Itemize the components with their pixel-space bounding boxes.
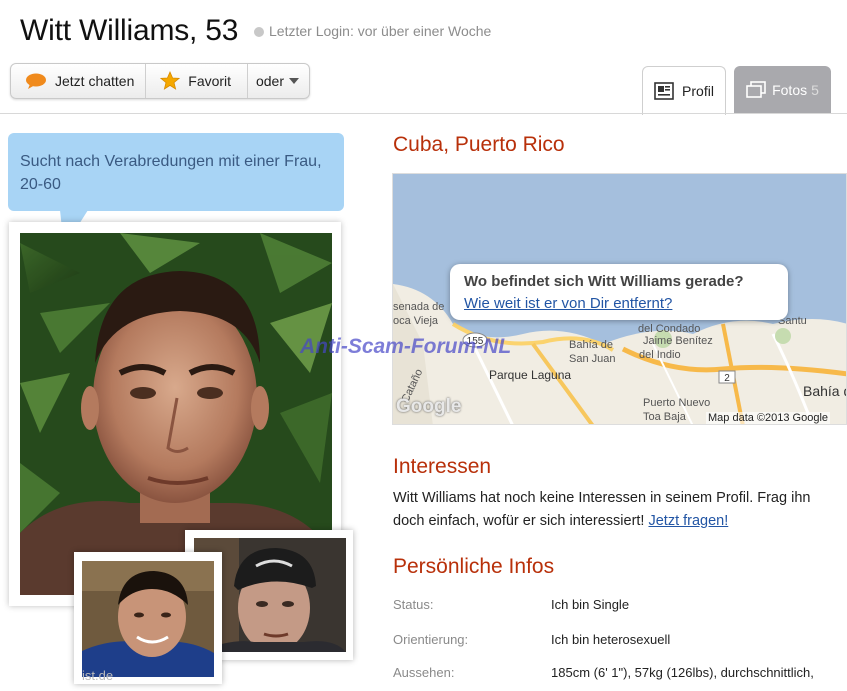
- orientation-label: Orientierung:: [393, 632, 469, 647]
- appearance-label: Aussehen:: [393, 665, 455, 680]
- watermark-overlay: Anti-Scam-Forum-NL: [300, 335, 512, 358]
- chat-now-label: Jetzt chatten: [55, 73, 135, 89]
- map-place-label: del Condado: [638, 323, 700, 335]
- chat-bubble-icon: [26, 73, 46, 89]
- photos-icon: [746, 81, 766, 98]
- appearance-value: 185cm (6' 1"), 57kg (126lbs), durchschni…: [551, 665, 814, 680]
- map-place-label: Bahía de: [803, 383, 847, 399]
- looking-for-text: Sucht nach Verabredungen mit einer Frau,…: [20, 153, 322, 193]
- personal-info-heading: Persönliche Infos: [393, 555, 555, 578]
- tab-profile[interactable]: Profil: [642, 66, 726, 115]
- last-login-text: Letzter Login: vor über einer Woche: [269, 23, 492, 39]
- orientation-value: Ich bin heterosexuell: [551, 632, 671, 647]
- photo-watermark-text: ist.de: [82, 668, 114, 683]
- tab-photos[interactable]: Fotos 5: [734, 66, 831, 114]
- map-place-label: senada de: [393, 301, 444, 313]
- more-label: oder: [255, 73, 284, 89]
- distance-link[interactable]: Wie weit ist er von Dir entfernt?: [464, 295, 672, 312]
- status-label: Status:: [393, 597, 434, 612]
- map-place-label: San Juan: [569, 353, 615, 365]
- location-heading: Cuba, Puerto Rico: [393, 133, 565, 156]
- status-value: Ich bin Single: [551, 597, 630, 612]
- map-place-label: del Indio: [639, 349, 681, 361]
- tab-photos-label: Fotos: [772, 82, 808, 98]
- star-icon: [160, 71, 181, 90]
- map-place-label: Toa Baja: [643, 411, 687, 423]
- favorite-label: Favorit: [188, 73, 232, 89]
- tab-profile-label: Profil: [682, 83, 714, 99]
- map-place-label: Jaime Benítez: [643, 335, 713, 347]
- profile-name: Witt Williams, 53: [20, 14, 239, 47]
- map-credit: Map data ©2013 Google: [706, 412, 831, 424]
- google-logo: Google: [396, 396, 462, 417]
- map-tooltip-question: Wo befindet sich Witt Williams gerade?: [464, 273, 744, 290]
- interests-heading: Interessen: [393, 455, 492, 478]
- map-route-label: 2: [724, 373, 730, 384]
- chat-now-button[interactable]: Jetzt chatten: [11, 64, 147, 98]
- photo-count-badge: 5: [811, 82, 819, 98]
- map-place-label: Parque Laguna: [489, 368, 571, 382]
- more-dropdown-button[interactable]: oder: [248, 64, 309, 98]
- favorite-button[interactable]: Favorit: [146, 64, 248, 98]
- chevron-down-icon: [289, 78, 299, 84]
- action-bar: Jetzt chatten Favorit oder: [10, 63, 310, 99]
- offline-status-dot-icon: [254, 27, 264, 37]
- map-place-label: Puerto Nuevo: [643, 397, 710, 409]
- interests-body: Witt Williams hat noch keine Interessen …: [393, 487, 843, 533]
- map-place-label: oca Vieja: [393, 315, 439, 327]
- ask-now-link[interactable]: Jetzt fragen!: [648, 513, 728, 529]
- tab-divider: [0, 113, 847, 114]
- interests-text: Witt Williams hat noch keine Interessen …: [393, 490, 811, 529]
- profile-card-icon: [654, 82, 674, 100]
- map-place-label: Bahía de: [569, 339, 613, 351]
- thumbnail-photo-1[interactable]: [82, 561, 214, 677]
